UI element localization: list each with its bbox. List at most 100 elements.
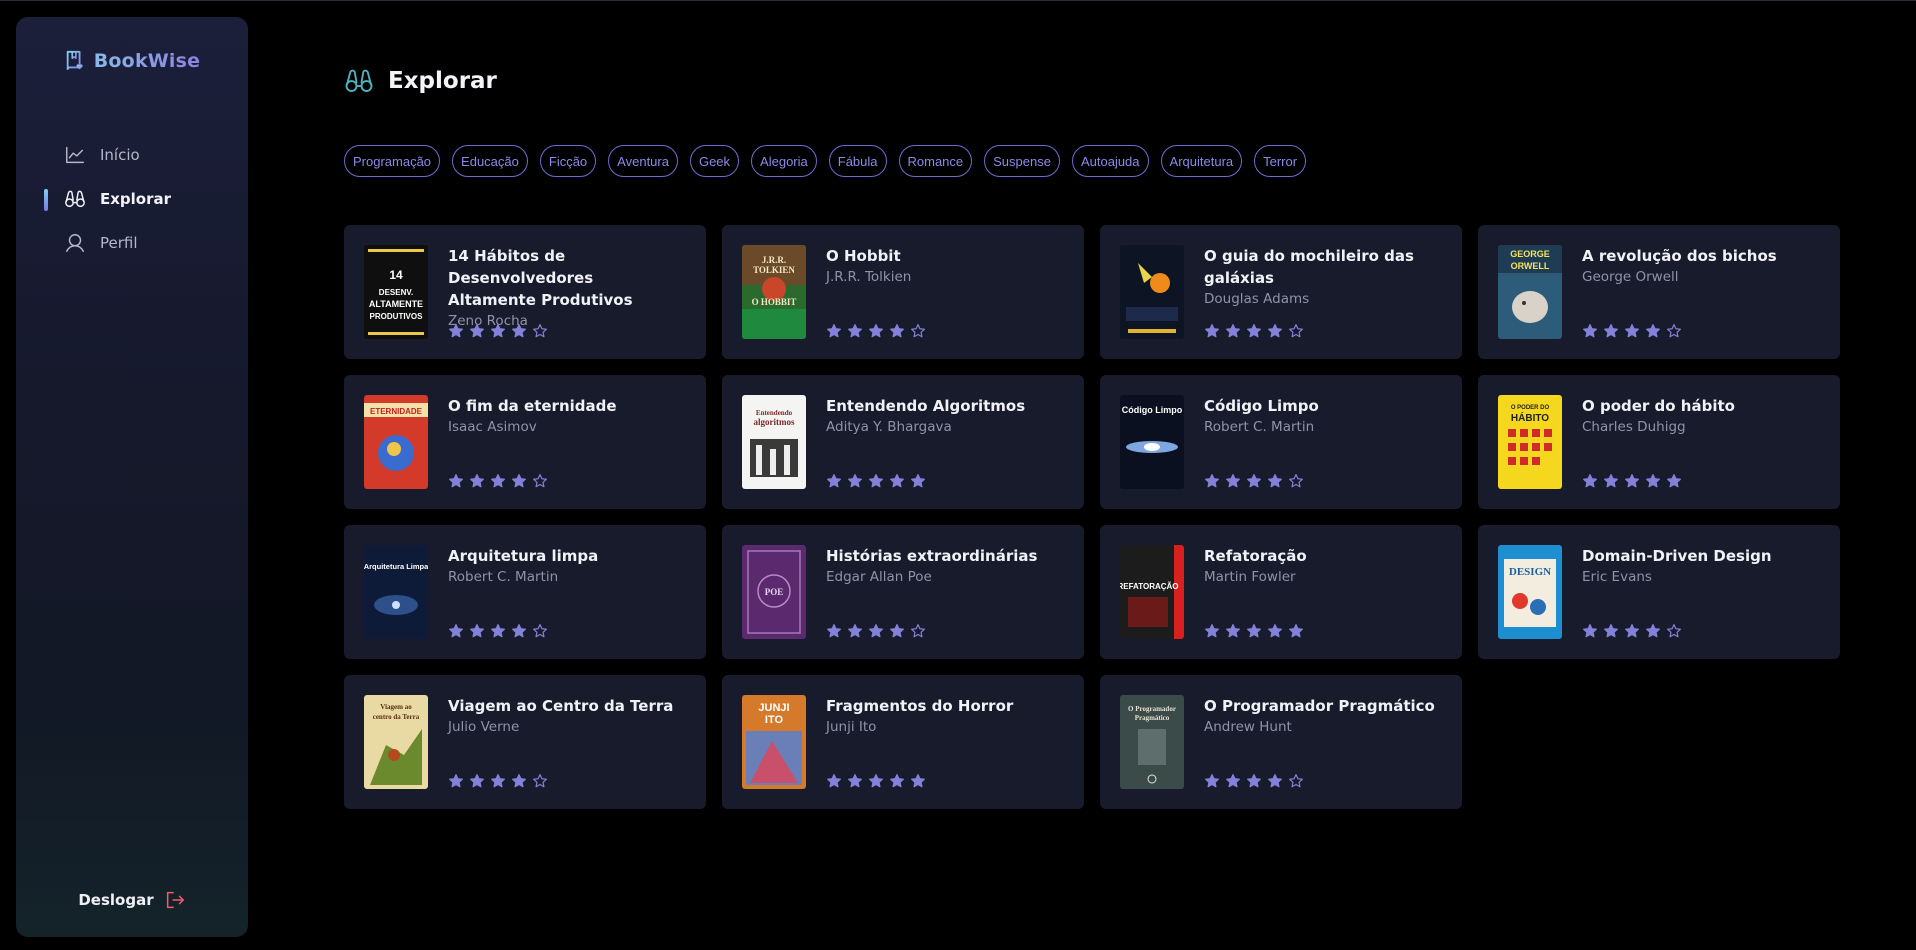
rating-stars	[1204, 623, 1304, 639]
tag-alegoria[interactable]: Alegoria	[751, 145, 817, 177]
star-filled-icon	[1226, 774, 1240, 788]
brand-logo[interactable]: BookWise	[16, 49, 248, 73]
sidebar-item-perfil[interactable]: Perfil	[64, 221, 248, 265]
star-filled-icon	[890, 324, 904, 338]
tag-fabula[interactable]: Fábula	[828, 145, 887, 177]
svg-text:REFATORAÇÃO: REFATORAÇÃO	[1120, 582, 1179, 591]
book-card[interactable]: ETERNIDADE O fim da eternidade Isaac Asi…	[344, 375, 706, 509]
star-filled-icon	[1247, 474, 1261, 488]
book-card[interactable]: REFATORAÇÃO Refatoração Martin Fowler	[1100, 525, 1462, 659]
book-info: Código Limpo Robert C. Martin	[1204, 395, 1442, 489]
book-cover: JUNJI ITO	[742, 695, 806, 789]
book-cover: REFATORAÇÃO	[1120, 545, 1184, 639]
tag-romance[interactable]: Romance	[898, 145, 973, 177]
svg-text:Viagem ao: Viagem ao	[380, 703, 412, 711]
star-empty-icon	[1667, 324, 1681, 338]
svg-text:POE: POE	[765, 587, 784, 597]
star-filled-icon	[1646, 624, 1660, 638]
star-filled-icon	[470, 474, 484, 488]
svg-text:O Programador: O Programador	[1128, 705, 1176, 713]
rating-stars	[1204, 473, 1304, 489]
svg-text:ITO: ITO	[765, 714, 784, 726]
star-filled-icon	[512, 474, 526, 488]
star-filled-icon	[848, 624, 862, 638]
star-filled-icon	[827, 324, 841, 338]
book-cover: GEORGE ORWELL	[1498, 245, 1562, 339]
tag-autoajuda[interactable]: Autoajuda	[1071, 145, 1149, 177]
star-filled-icon	[470, 774, 484, 788]
sidebar: BookWise Início Explorar Perfil Deslogar	[16, 17, 248, 937]
book-title: O poder do hábito	[1582, 397, 1735, 415]
book-card[interactable]: GEORGE ORWELL A revolução dos bichos Geo…	[1478, 225, 1840, 359]
star-empty-icon	[1667, 624, 1681, 638]
book-info: Histórias extraordinárias Edgar Allan Po…	[826, 545, 1064, 639]
star-filled-icon	[1268, 474, 1282, 488]
rating-stars	[1582, 323, 1682, 339]
sidebar-item-inicio[interactable]: Início	[64, 133, 248, 177]
svg-text:Pragmático: Pragmático	[1135, 714, 1170, 722]
logout-button[interactable]: Deslogar	[16, 889, 248, 911]
tag-terror[interactable]: Terror	[1254, 145, 1307, 177]
book-title: O Hobbit	[826, 247, 901, 265]
book-author: Aditya Y. Bhargava	[826, 419, 952, 435]
tag-geek[interactable]: Geek	[689, 145, 740, 177]
svg-text:PRODUTIVOS: PRODUTIVOS	[370, 312, 424, 321]
page-title: Explorar	[388, 68, 497, 94]
star-filled-icon	[1205, 624, 1219, 638]
star-filled-icon	[1646, 324, 1660, 338]
tag-aventura[interactable]: Aventura	[608, 145, 678, 177]
star-empty-icon	[911, 324, 925, 338]
tag-educacao[interactable]: Educação	[452, 145, 528, 177]
book-card[interactable]: Código Limpo Código Limpo Robert C. Mart…	[1100, 375, 1462, 509]
book-card[interactable]: Entendendo algoritmos Entendendo Algorit…	[722, 375, 1084, 509]
star-filled-icon	[449, 324, 463, 338]
svg-text:O PODER DO: O PODER DO	[1511, 405, 1550, 411]
tag-ficcao[interactable]: Ficção	[539, 145, 597, 177]
star-filled-icon	[1226, 624, 1240, 638]
book-card[interactable]: O PODER DO HÁBITO O poder do hábito Char…	[1478, 375, 1840, 509]
book-info: Arquitetura limpa Robert C. Martin	[448, 545, 686, 639]
star-filled-icon	[869, 624, 883, 638]
book-card[interactable]: J.R.R. TOLKIEN O HOBBIT O Hobbit J.R.R. …	[722, 225, 1084, 359]
book-info: 14 Hábitos de Desenvolvedores Altamente …	[448, 245, 686, 339]
sign-out-icon	[166, 891, 184, 909]
svg-text:J.R.R.: J.R.R.	[762, 255, 786, 265]
svg-text:Código Limpo: Código Limpo	[1122, 405, 1183, 415]
book-card[interactable]: O Programador Pragmático O Programador P…	[1100, 675, 1462, 809]
star-filled-icon	[848, 474, 862, 488]
star-filled-icon	[1205, 774, 1219, 788]
book-card[interactable]: Viagem ao centro da Terra Viagem ao Cent…	[344, 675, 706, 809]
book-title: Viagem ao Centro da Terra	[448, 697, 674, 715]
book-card[interactable]: POE Histórias extraordinárias Edgar Alla…	[722, 525, 1084, 659]
star-filled-icon	[890, 624, 904, 638]
rating-stars	[1204, 323, 1304, 339]
star-filled-icon	[1604, 324, 1618, 338]
book-cover	[1120, 245, 1184, 339]
star-filled-icon	[1226, 324, 1240, 338]
book-title: Histórias extraordinárias	[826, 547, 1038, 565]
book-card[interactable]: 14 DESENV. ALTAMENTE PRODUTIVOS 14 Hábit…	[344, 225, 706, 359]
star-empty-icon	[533, 474, 547, 488]
book-card[interactable]: DESIGN Domain-Driven Design Eric Evans	[1478, 525, 1840, 659]
book-info: A revolução dos bichos George Orwell	[1582, 245, 1820, 339]
book-author: Martin Fowler	[1204, 569, 1296, 585]
star-filled-icon	[1289, 624, 1303, 638]
rating-stars	[1582, 623, 1682, 639]
star-empty-icon	[1289, 774, 1303, 788]
star-filled-icon	[1268, 774, 1282, 788]
book-card[interactable]: JUNJI ITO Fragmentos do Horror Junji Ito	[722, 675, 1084, 809]
svg-text:HÁBITO: HÁBITO	[1511, 411, 1549, 424]
tag-arquitetura[interactable]: Arquitetura	[1160, 145, 1243, 177]
book-title: Fragmentos do Horror	[826, 697, 1014, 715]
star-filled-icon	[491, 774, 505, 788]
svg-text:Entendendo: Entendendo	[756, 409, 793, 417]
star-filled-icon	[848, 774, 862, 788]
book-author: Julio Verne	[448, 719, 520, 735]
star-filled-icon	[491, 624, 505, 638]
tag-suspense[interactable]: Suspense	[984, 145, 1060, 177]
tag-programacao[interactable]: Programação	[344, 145, 441, 177]
sidebar-item-explorar[interactable]: Explorar	[44, 177, 248, 221]
book-card[interactable]: O guia do mochileiro das galáxias Dougla…	[1100, 225, 1462, 359]
star-filled-icon	[869, 324, 883, 338]
book-card[interactable]: Arquitetura Limpa Arquitetura limpa Robe…	[344, 525, 706, 659]
